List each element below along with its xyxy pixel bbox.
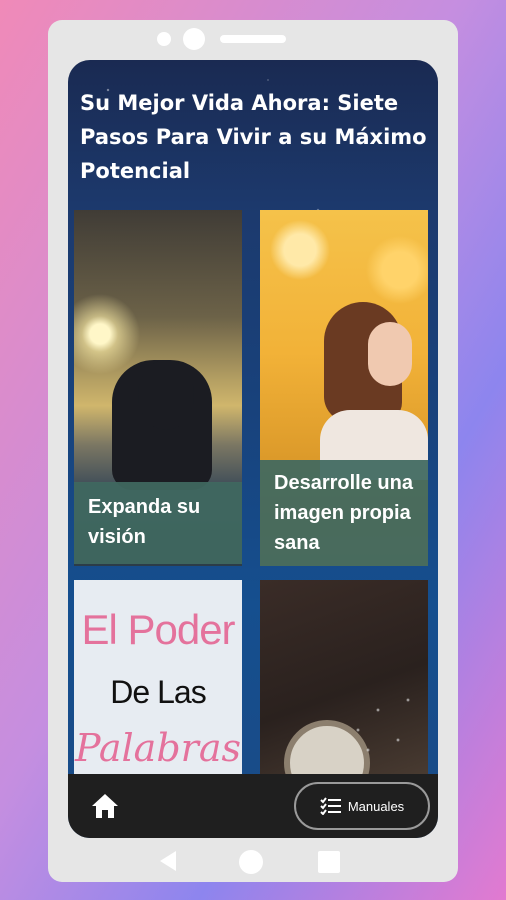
image-text-line: De Las bbox=[110, 674, 206, 710]
card-pocket-watch[interactable] bbox=[260, 580, 428, 780]
card-caption: Expanda su visión bbox=[74, 482, 242, 564]
page-title: Su Mejor Vida Ahora: Siete Pasos Para Vi… bbox=[80, 91, 427, 183]
dust-particles bbox=[348, 690, 422, 756]
camera-dot bbox=[183, 28, 205, 50]
card-caption: Desarrolle una imagen propia sana bbox=[260, 460, 428, 566]
image-text-line: Palabras bbox=[75, 726, 241, 770]
card-image-watch bbox=[260, 580, 428, 780]
bottom-navigation: Manuales bbox=[68, 774, 438, 838]
manuales-button[interactable]: Manuales bbox=[294, 782, 430, 830]
back-triangle-icon[interactable] bbox=[158, 850, 178, 872]
silhouette-head bbox=[138, 360, 194, 430]
home-icon bbox=[92, 794, 118, 818]
home-circle-icon[interactable] bbox=[239, 850, 263, 874]
sensor-dot bbox=[157, 32, 171, 46]
card-expanda-vision[interactable]: Expanda su visión bbox=[74, 210, 242, 566]
woman-face-shape bbox=[368, 322, 412, 386]
home-button[interactable] bbox=[90, 792, 120, 820]
recent-apps-icon[interactable] bbox=[318, 851, 340, 873]
app-screen: Su Mejor Vida Ahora: Siete Pasos Para Vi… bbox=[68, 60, 438, 838]
checklist-icon bbox=[320, 797, 341, 815]
system-navigation bbox=[48, 840, 458, 882]
card-el-poder[interactable]: El Poder De Las Palabras bbox=[74, 580, 242, 780]
speaker-grille bbox=[220, 35, 286, 43]
image-text-line: El Poder bbox=[81, 606, 235, 653]
phone-frame: Su Mejor Vida Ahora: Siete Pasos Para Vi… bbox=[48, 20, 458, 882]
manuales-label: Manuales bbox=[347, 798, 405, 814]
card-imagen-propia[interactable]: Desarrolle una imagen propia sana bbox=[260, 210, 428, 566]
phone-top-bezel bbox=[48, 20, 458, 60]
card-image-poder: El Poder De Las Palabras bbox=[74, 580, 242, 780]
